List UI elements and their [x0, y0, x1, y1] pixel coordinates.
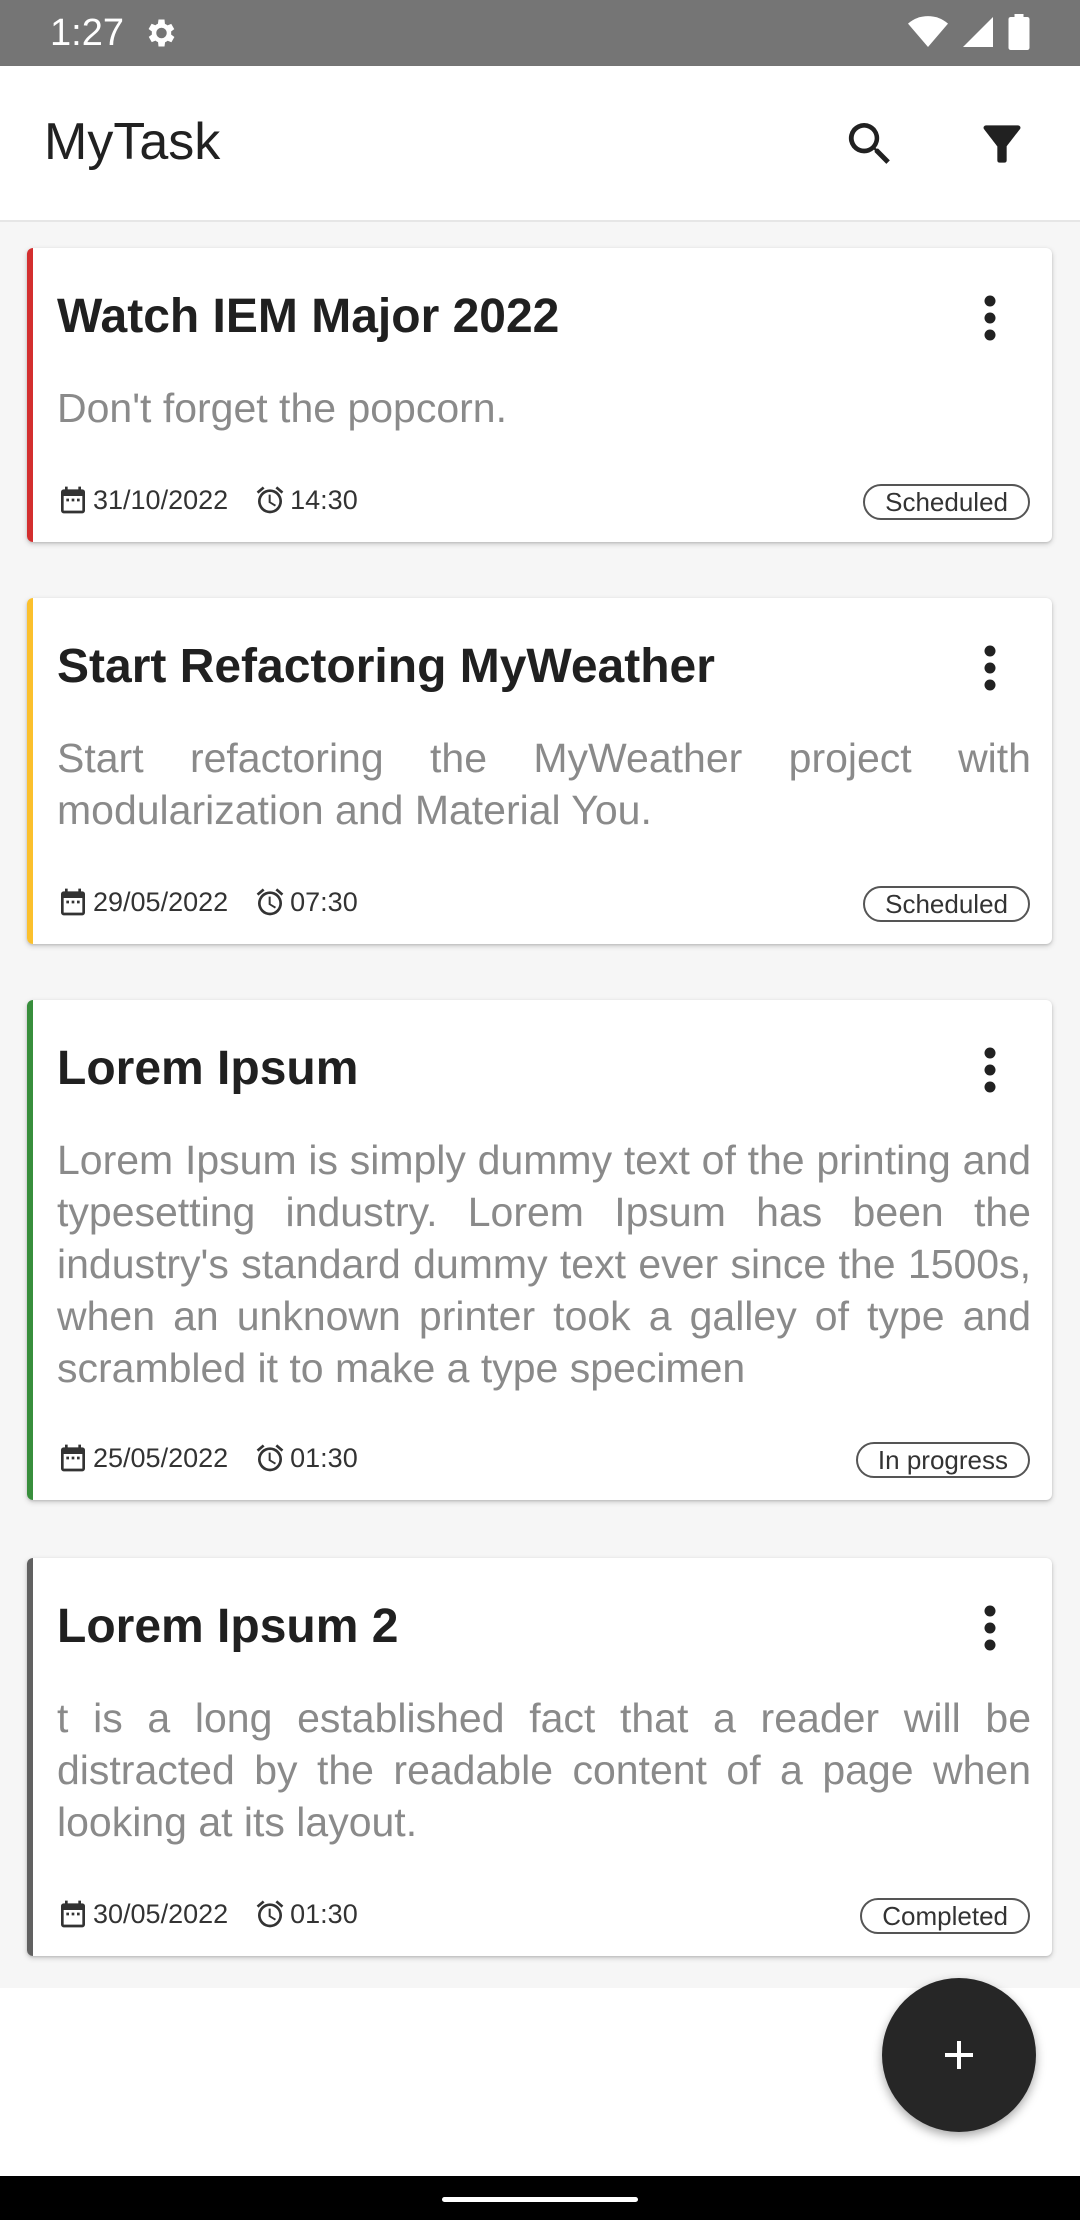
status-bar: 1:27 [0, 0, 1080, 66]
priority-bar [27, 598, 33, 944]
more-options-button[interactable] [970, 1598, 1010, 1658]
calendar-icon [61, 1444, 85, 1472]
calendar-icon [61, 888, 85, 916]
more-vert-icon [984, 295, 996, 341]
signal-icon [963, 17, 993, 47]
task-date: 31/10/2022 [93, 484, 229, 515]
alarm-icon [256, 486, 284, 514]
search-button[interactable] [834, 108, 906, 180]
task-date: 29/05/2022 [93, 886, 229, 917]
more-options-button[interactable] [970, 288, 1010, 348]
task-time: 01:30 [290, 1898, 358, 1929]
gear-icon [148, 19, 175, 47]
task-description: t is a long established fact that a read… [57, 1695, 1031, 1845]
more-vert-icon [984, 645, 996, 691]
battery-icon [1008, 14, 1030, 50]
task-description: Lorem Ipsum is simply dummy text of the … [57, 1137, 1031, 1391]
app-title: MyTask [44, 113, 221, 171]
filter-icon [983, 125, 1021, 163]
task-title: Lorem Ipsum 2 [57, 1600, 399, 1653]
priority-bar [27, 1000, 33, 1500]
status-badge: Scheduled [863, 886, 1030, 922]
calendar-icon [61, 486, 85, 514]
task-date: 30/05/2022 [93, 1898, 229, 1929]
search-icon [848, 123, 890, 164]
task-meta: 31/10/2022 14:30 [57, 484, 358, 516]
task-card[interactable]: Lorem Ipsum 2 t is a long established fa… [27, 1558, 1052, 1956]
more-options-button[interactable] [970, 1040, 1010, 1100]
more-options-button[interactable] [970, 638, 1010, 698]
status-badge: Scheduled [863, 484, 1030, 520]
alarm-icon [256, 1900, 284, 1928]
status-time: 1:27 [50, 12, 124, 54]
filter-button[interactable] [966, 108, 1038, 180]
task-time: 07:30 [290, 886, 358, 917]
task-meta: 29/05/2022 07:30 [57, 886, 358, 918]
status-badge: Completed [860, 1898, 1030, 1934]
task-date: 25/05/2022 [93, 1442, 229, 1473]
task-meta: 30/05/2022 01:30 [57, 1898, 358, 1930]
task-meta: 25/05/2022 01:30 [57, 1442, 358, 1474]
task-time: 14:30 [290, 484, 358, 515]
more-vert-icon [984, 1047, 996, 1093]
calendar-icon [61, 1900, 85, 1928]
task-card[interactable]: Start Refactoring MyWeather Start refact… [27, 598, 1052, 944]
alarm-icon [256, 1444, 284, 1472]
status-badge: In progress [855, 1442, 1030, 1478]
priority-bar [27, 248, 33, 542]
add-task-button[interactable] [882, 1978, 1036, 2132]
home-gesture-handle[interactable] [442, 2197, 638, 2202]
task-list[interactable]: Watch IEM Major 2022 Don't forget the po… [0, 222, 1080, 1988]
task-title: Watch IEM Major 2022 [57, 290, 560, 343]
task-description: Don't forget the popcorn. [57, 385, 507, 431]
alarm-icon [256, 888, 284, 916]
navigation-bar [0, 2176, 1080, 2220]
task-card[interactable]: Lorem Ipsum Lorem Ipsum is simply dummy … [27, 1000, 1052, 1500]
task-card[interactable]: Watch IEM Major 2022 Don't forget the po… [27, 248, 1052, 542]
plus-icon [945, 2041, 973, 2069]
task-time: 01:30 [290, 1442, 358, 1473]
more-vert-icon [984, 1605, 996, 1651]
wifi-icon [908, 16, 948, 47]
task-title: Start Refactoring MyWeather [57, 640, 715, 693]
task-description: Start refactoring the MyWeather project … [57, 735, 1031, 833]
task-title: Lorem Ipsum [57, 1042, 359, 1095]
priority-bar [27, 1558, 33, 1956]
app-bar: MyTask [0, 66, 1080, 222]
